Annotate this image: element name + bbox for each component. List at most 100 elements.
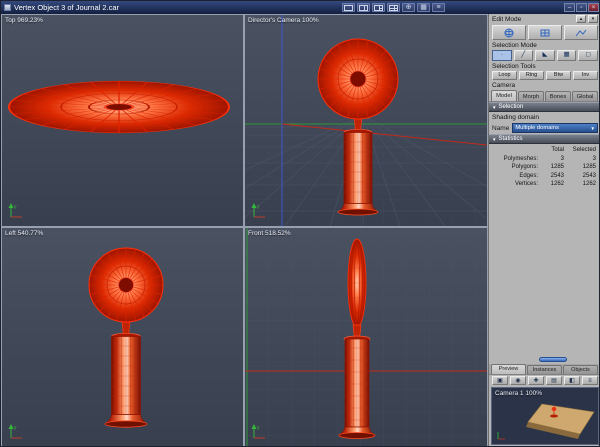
four-pane-icon — [389, 4, 398, 11]
render-icon: ▣ — [497, 377, 503, 384]
camera-orb-icon: ◉ — [515, 377, 521, 384]
umbrella-object-preview — [551, 406, 557, 412]
viewport-front-label: Front 518.52% — [248, 230, 291, 237]
maximize-button[interactable]: ▫ — [576, 3, 587, 12]
stat-total: 1262 — [550, 181, 564, 187]
preview-toolbar: ▣ ◉ ✚ ▤ ◧ ≡ — [489, 375, 599, 386]
three-pane-icon — [374, 4, 383, 11]
ring-select-button[interactable]: Ring — [519, 71, 544, 80]
tab-objects[interactable]: Objects — [563, 365, 598, 374]
selection-section-title: Selection — [498, 104, 524, 110]
edit-mode-animate-button[interactable] — [564, 25, 598, 40]
name-label: Name — [492, 124, 510, 132]
panel-splitter-handle[interactable] — [539, 357, 567, 362]
select-points-button[interactable]: · — [492, 50, 512, 61]
stat-label: Polygons: — [511, 164, 538, 170]
edit-mode-assemble-button[interactable] — [492, 25, 526, 40]
carrara-vertex-modeler-window: Vertex Object 3 of Journal 2.car ⊕ ▦ ≡ –… — [0, 0, 600, 447]
section-arrow-icon: ▼ — [492, 104, 497, 110]
select-object-button[interactable]: ◻ — [578, 50, 598, 61]
select-mesh-button[interactable]: ▦ — [556, 50, 577, 61]
viewport-top-canvas: y — [2, 15, 243, 226]
display-mode-button[interactable]: ▦ — [417, 3, 430, 12]
viewport-top[interactable]: Top 969.23% y — [2, 15, 243, 226]
display-options-button[interactable]: ▤ — [546, 376, 562, 385]
face-icon: ◣ — [542, 51, 548, 59]
preview-menu-button[interactable]: ≡ — [582, 376, 598, 385]
stat-total: 3 — [560, 155, 564, 162]
grid-plane-icon — [540, 29, 550, 36]
stat-row-polygons: Polygons: 1285 1285 — [489, 163, 599, 172]
point-icon: · — [500, 51, 503, 59]
edge-icon: ╱ — [521, 51, 526, 59]
shading-toggle-button[interactable]: ◧ — [564, 376, 580, 385]
titlebar[interactable]: Vertex Object 3 of Journal 2.car ⊕ ▦ ≡ –… — [1, 1, 599, 14]
tab-preview[interactable]: Preview — [491, 364, 526, 374]
close-button[interactable]: × — [588, 3, 599, 12]
statistics-section-header[interactable]: ▼ Statistics — [489, 134, 599, 144]
menu-lines-icon: ≡ — [588, 377, 592, 384]
menu-icon: ≡ — [436, 4, 441, 11]
loop-select-button[interactable]: Loop — [492, 71, 517, 80]
display-grid-icon: ▤ — [551, 377, 557, 384]
selection-section-header[interactable]: ▼ Selection — [489, 102, 599, 112]
tab-morph[interactable]: Morph — [518, 91, 544, 101]
viewport-camera-canvas: y — [245, 15, 487, 226]
selection-tools-label: Selection Tools — [492, 63, 536, 70]
viewport-front-canvas: y — [245, 228, 487, 446]
umbrella-disc-top-view — [8, 80, 230, 134]
panel-collapse-button[interactable]: ▾ — [588, 15, 598, 23]
tab-bones[interactable]: Bones — [545, 91, 571, 101]
minimize-button[interactable]: – — [564, 3, 575, 12]
viewport-top-label: Top 969.23% — [5, 17, 43, 24]
object-icon: ◻ — [585, 51, 591, 59]
viewport-directors-camera[interactable]: Director's Camera 100% y — [245, 15, 487, 226]
stat-col-selected: Selected — [572, 147, 596, 153]
stat-total: 1285 — [550, 164, 564, 170]
layout-single-pane-button[interactable] — [342, 3, 355, 12]
browser-tab-bar: Preview Instances Objects — [489, 364, 599, 375]
pan-tool-button[interactable]: ✚ — [528, 376, 544, 385]
shading-domain-dropdown[interactable]: Multiple domains ▼ — [512, 123, 598, 133]
stat-col-total: Total — [551, 147, 564, 153]
panel-expand-button[interactable]: ▴ — [576, 15, 586, 23]
viewport-options-button[interactable]: ≡ — [432, 3, 445, 12]
stat-label: Edges: — [519, 172, 538, 179]
edit-mode-label: Edit Mode — [492, 15, 522, 23]
two-pane-icon — [359, 4, 368, 11]
viewport-layout-toolbar: ⊕ ▦ ≡ — [342, 3, 445, 12]
stat-row-polymeshes: Polymeshes: 3 3 — [489, 155, 599, 164]
layout-two-pane-button[interactable] — [357, 3, 370, 12]
curve-icon — [575, 29, 587, 36]
tab-model[interactable]: Model — [491, 90, 517, 101]
edit-mode-model-button[interactable] — [528, 25, 562, 40]
select-faces-button[interactable]: ◣ — [535, 50, 555, 61]
section-arrow-icon: ▼ — [492, 136, 497, 142]
display-icon: ▦ — [420, 4, 427, 11]
layout-four-pane-button[interactable] — [387, 3, 400, 12]
tab-instances[interactable]: Instances — [527, 365, 562, 374]
viewport-left[interactable]: Left 540.77% y — [2, 228, 243, 446]
viewport-front[interactable]: Front 518.52% y — [245, 228, 487, 446]
tab-global[interactable]: Global — [572, 91, 598, 101]
properties-panel: Edit Mode ▴ ▾ Selection Mode · ╱ ◣ ▦ ◻ S… — [488, 14, 599, 446]
preview-camera-label: Camera 1 100% — [495, 390, 542, 397]
layout-three-pane-button[interactable] — [372, 3, 385, 12]
viewport-area: Top 969.23% y Director's Camera 100% y L… — [1, 14, 488, 446]
pan-icon: ✚ — [533, 377, 539, 384]
window-controls: – ▫ × — [564, 3, 599, 12]
select-edges-button[interactable]: ╱ — [513, 50, 534, 61]
invert-select-button[interactable]: Inv — [573, 71, 598, 80]
camera-select-button[interactable]: ◉ — [510, 376, 526, 385]
camera-settings-button[interactable]: ⊕ — [402, 3, 415, 12]
stat-label: Polymeshes: — [503, 155, 538, 162]
minimize-icon: – — [567, 4, 572, 11]
camera-icon: ⊕ — [405, 4, 412, 11]
panel-empty-area — [489, 189, 599, 365]
stat-total: 2543 — [550, 172, 564, 179]
render-preview-button[interactable]: ▣ — [492, 376, 508, 385]
single-pane-icon — [344, 4, 353, 11]
between-select-button[interactable]: Btw — [546, 71, 571, 80]
camera-preview-viewport[interactable]: Camera 1 100% — [491, 387, 599, 445]
camera-section-label: Camera — [492, 82, 516, 89]
